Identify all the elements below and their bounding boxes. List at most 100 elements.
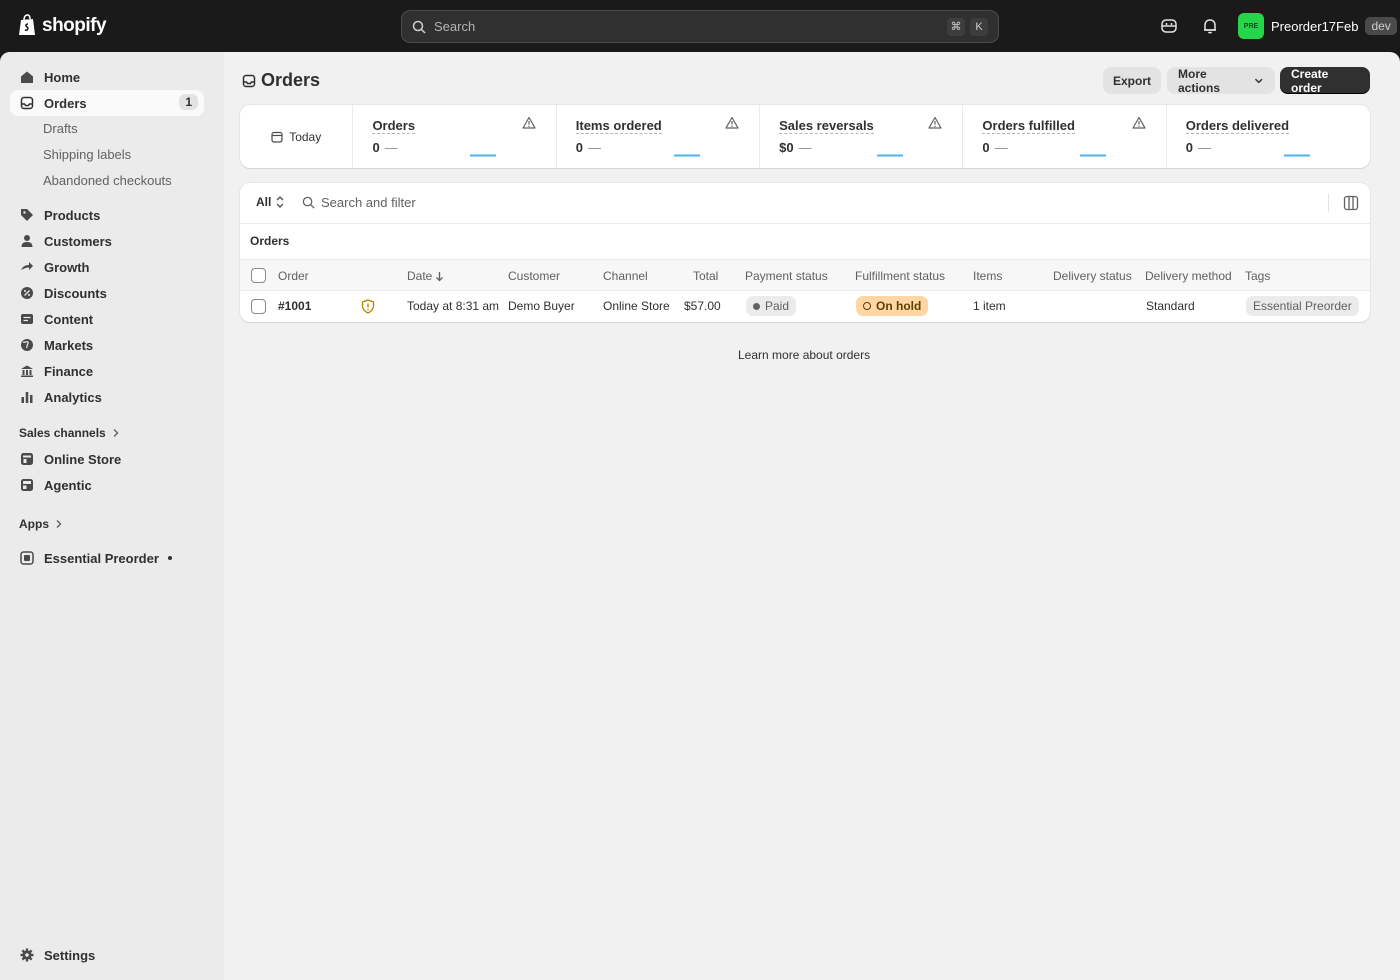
sidebar-item-label: Home: [44, 69, 81, 85]
th-fulfillment-status[interactable]: Fulfillment status: [855, 269, 945, 283]
sidebar-item-label: Finance: [44, 363, 94, 379]
search-icon: [412, 20, 426, 34]
table-header: Order Date Customer Channel Total Paymen…: [240, 259, 1370, 291]
more-actions-button[interactable]: More actions: [1167, 67, 1275, 95]
th-order[interactable]: Order: [278, 269, 309, 283]
sidebar-item-agentic[interactable]: Agentic: [10, 472, 204, 498]
sidebar-item-finance[interactable]: Finance: [10, 358, 204, 384]
chevron-down-icon: [1255, 78, 1264, 83]
metric-value: 0—: [575, 140, 601, 155]
fulfillment-status-label: On hold: [876, 299, 922, 313]
filter-placeholder: Search and filter: [321, 195, 416, 210]
metric-value: 0—: [1185, 140, 1211, 155]
sidebar-item-label: Agentic: [44, 477, 92, 493]
metric-orders-fulfilled[interactable]: Orders fulfilled 0—: [963, 105, 1167, 168]
sidebar-item-customers[interactable]: Customers: [10, 228, 204, 254]
sidebar-item-growth[interactable]: Growth: [10, 254, 204, 280]
sidebar-item-label: Online Store: [44, 451, 122, 467]
order-date: Today at 8:31 am: [407, 299, 500, 313]
bell-icon[interactable]: [1200, 16, 1220, 36]
select-all-checkbox[interactable]: [251, 268, 266, 283]
export-button[interactable]: Export: [1103, 67, 1161, 94]
search-and-filter-input[interactable]: Search and filter: [302, 195, 416, 210]
sidebar-section-sales-channels[interactable]: Sales channels: [19, 426, 120, 440]
sidebar-item-essential-preorder[interactable]: Essential Preorder: [10, 545, 204, 571]
bank-icon: [19, 363, 35, 379]
order-tag: Essential Preorder: [1246, 296, 1359, 316]
metric-value: 0—: [982, 140, 1008, 155]
metrics-bar: Today Orders 0— Items ordered 0— Sales r…: [240, 105, 1370, 168]
tab-all[interactable]: All: [256, 195, 285, 209]
sidebar-subitem-abandoned-checkouts[interactable]: Abandoned checkouts: [43, 173, 172, 188]
orders-count-badge: 1: [179, 94, 198, 110]
metric-label: Sales reversals: [779, 118, 874, 134]
sidebar-item-analytics[interactable]: Analytics: [10, 384, 204, 410]
section-label: Sales channels: [19, 426, 106, 440]
th-payment-status[interactable]: Payment status: [745, 269, 828, 283]
shield-alert-icon: [361, 299, 375, 314]
gear-icon: [19, 947, 35, 963]
sidebar-item-products[interactable]: Products: [10, 202, 204, 228]
status-dot-icon: [753, 302, 760, 310]
sparkline: [1080, 154, 1107, 157]
top-bar: shopify Search ⌘ K PRE Preorder17Feb dev: [0, 0, 1400, 52]
sidebar-item-discounts[interactable]: Discounts: [10, 280, 204, 306]
sparkline: [877, 154, 904, 157]
page-title-text: Orders: [261, 70, 321, 90]
sidekick-icon[interactable]: [1159, 16, 1179, 36]
agentic-icon: [19, 477, 35, 493]
chevron-right-icon: [113, 429, 119, 437]
sidebar-item-orders[interactable]: Orders 1: [10, 90, 204, 116]
th-channel[interactable]: Channel: [603, 269, 648, 283]
payment-status-badge: Paid: [746, 296, 797, 316]
sidebar-item-label: Analytics: [44, 389, 102, 405]
storefront-icon: [19, 451, 35, 467]
th-customer[interactable]: Customer: [508, 269, 560, 283]
sidebar-item-home[interactable]: Home: [10, 64, 204, 90]
store-menu[interactable]: PRE Preorder17Feb dev: [1238, 13, 1397, 39]
sidebar-section-apps[interactable]: Apps: [19, 517, 63, 531]
th-items[interactable]: Items: [973, 269, 1002, 283]
sidebar-item-label: Orders: [44, 95, 87, 111]
sidebar-item-markets[interactable]: Markets: [10, 332, 204, 358]
order-channel: Online Store: [603, 299, 670, 313]
orders-table-card: All Search and filter Orders Order Date …: [240, 183, 1370, 322]
order-number[interactable]: #1001: [278, 299, 311, 313]
columns-icon[interactable]: [1342, 194, 1360, 212]
row-checkbox[interactable]: [251, 299, 266, 314]
order-items[interactable]: 1 item: [973, 299, 1006, 313]
sidebar-subitem-drafts[interactable]: Drafts: [43, 121, 78, 136]
store-avatar: PRE: [1238, 13, 1264, 39]
th-date[interactable]: Date: [407, 269, 444, 283]
th-delivery-status[interactable]: Delivery status: [1053, 269, 1132, 283]
th-total[interactable]: Total: [693, 269, 718, 283]
metric-sales-reversals[interactable]: Sales reversals $0—: [760, 105, 964, 168]
table-row[interactable]: #1001 Today at 8:31 am Demo Buyer Online…: [240, 291, 1370, 322]
global-search-input[interactable]: Search ⌘ K: [401, 10, 999, 43]
metric-items-ordered[interactable]: Items ordered 0—: [557, 105, 761, 168]
shopify-logo[interactable]: shopify: [18, 14, 107, 37]
order-delivery-method: Standard: [1146, 299, 1195, 313]
th-tags[interactable]: Tags: [1245, 269, 1270, 283]
fulfillment-status-badge: On hold: [856, 296, 929, 316]
create-order-button[interactable]: Create order: [1280, 67, 1370, 95]
filter-bar: All Search and filter: [240, 183, 1370, 224]
sidebar-item-content[interactable]: Content: [10, 306, 204, 332]
date-range-picker[interactable]: Today: [240, 105, 354, 168]
sidebar-item-settings[interactable]: Settings: [10, 942, 204, 968]
tag-icon: [19, 207, 35, 223]
section-label: Apps: [19, 517, 49, 531]
metric-label: Orders: [372, 118, 416, 134]
sidebar-subitem-shipping-labels[interactable]: Shipping labels: [43, 147, 131, 162]
sidebar-item-online-store[interactable]: Online Store: [10, 446, 204, 472]
metric-value: $0—: [779, 140, 812, 155]
th-date-label: Date: [407, 269, 433, 283]
metric-orders-delivered[interactable]: Orders delivered 0—: [1167, 105, 1370, 168]
metric-orders[interactable]: Orders 0—: [353, 105, 557, 168]
person-icon: [19, 233, 35, 249]
th-delivery-method[interactable]: Delivery method: [1145, 269, 1232, 283]
sidebar-item-label: Content: [44, 311, 94, 327]
learn-more-link[interactable]: Learn more about orders: [738, 348, 870, 362]
page-title: Orders: [242, 70, 320, 91]
inbox-icon: [242, 74, 256, 87]
